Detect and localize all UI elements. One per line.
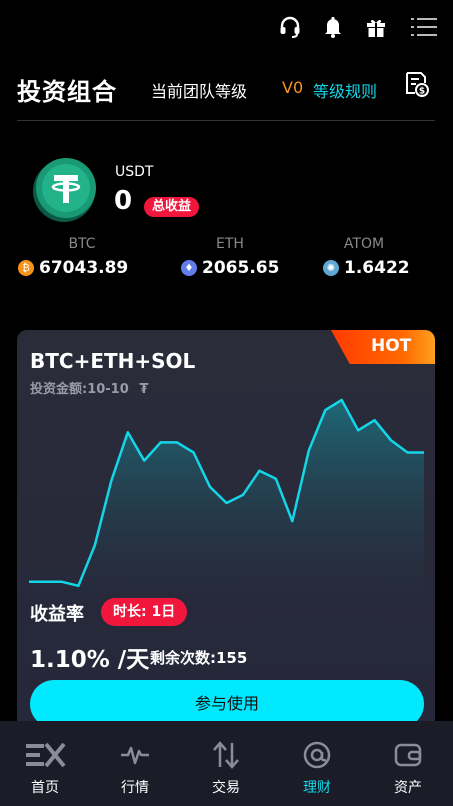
coin-price: 2065.65 xyxy=(202,258,280,278)
svg-text:$: $ xyxy=(419,87,425,97)
duration-badge: 时长: 1日 xyxy=(101,598,188,626)
nav-label: 交易 xyxy=(212,780,240,796)
coin-eth: ETH ♦ 2065.65 xyxy=(170,236,290,278)
bitcoin-icon: ₿ xyxy=(18,260,34,276)
ethereum-icon: ♦ xyxy=(181,260,197,276)
headset-icon[interactable] xyxy=(277,14,303,40)
coin-price-row: BTC ₿ 67043.89 ETH ♦ 2065.65 ATOM ✺ 1.64… xyxy=(0,236,453,284)
hot-label: HOT xyxy=(371,336,412,356)
nav-label: 理财 xyxy=(303,780,331,796)
balance-value: 0 xyxy=(114,186,133,216)
daily-rate: 1.10% /天 xyxy=(30,647,150,673)
ex-logo-icon xyxy=(26,742,66,768)
wallet-icon xyxy=(394,743,422,767)
nav-item-market[interactable]: 行情 xyxy=(90,721,180,806)
coin-price: 1.6422 xyxy=(344,258,410,278)
coin-btc: BTC ₿ 67043.89 xyxy=(18,236,146,278)
team-level-value: V0 xyxy=(282,78,304,97)
hot-badge: HOT xyxy=(331,330,435,364)
balance-currency: USDT xyxy=(115,164,154,180)
coin-name: BTC xyxy=(68,236,96,252)
at-coin-icon xyxy=(303,741,331,769)
cosmos-icon: ✺ xyxy=(323,260,339,276)
yield-area-chart xyxy=(29,398,424,610)
portfolio-header: 投资组合 当前团队等级 V0 等级规则 $ xyxy=(0,62,453,114)
yield-rate-label: 收益率 xyxy=(30,604,84,625)
nav-label: 首页 xyxy=(31,780,59,796)
team-level-label: 当前团队等级 xyxy=(151,82,248,101)
nav-item-home[interactable]: 首页 xyxy=(0,721,90,806)
coin-price: 67043.89 xyxy=(39,258,129,278)
swap-arrows-icon xyxy=(213,741,239,769)
nav-label: 行情 xyxy=(121,780,149,796)
bottom-nav: 首页 行情 交易 理财 资产 xyxy=(0,721,453,806)
investment-product-card[interactable]: HOT BTC+ETH+SOL 投资金额:10-10 ₮ 收益率 时长: 1日 … xyxy=(17,330,435,730)
header-divider xyxy=(17,120,435,121)
tether-coin-icon xyxy=(28,153,100,225)
gift-icon[interactable] xyxy=(363,14,389,40)
document-dollar-icon[interactable]: $ xyxy=(404,70,430,98)
bell-icon[interactable] xyxy=(320,14,346,40)
nav-item-trade[interactable]: 交易 xyxy=(181,721,271,806)
nav-label: 资产 xyxy=(394,780,422,796)
coin-name: ETH xyxy=(216,236,244,252)
page-title: 投资组合 xyxy=(17,78,117,106)
total-earnings-badge: 总收益 xyxy=(144,197,200,217)
coin-name: ATOM xyxy=(343,236,385,252)
level-rules-link[interactable]: 等级规则 xyxy=(313,78,377,102)
chart-area-fill xyxy=(29,400,424,610)
nav-item-finance[interactable]: 理财 xyxy=(272,721,362,806)
product-name: BTC+ETH+SOL xyxy=(30,349,196,373)
nav-item-assets[interactable]: 资产 xyxy=(363,721,453,806)
pulse-icon xyxy=(121,746,149,765)
top-bar xyxy=(0,0,453,56)
coin-atom: ATOM ✺ 1.6422 xyxy=(318,236,410,278)
menu-icon[interactable] xyxy=(410,14,438,40)
remaining-count: 剩余次数:155 xyxy=(150,649,248,667)
